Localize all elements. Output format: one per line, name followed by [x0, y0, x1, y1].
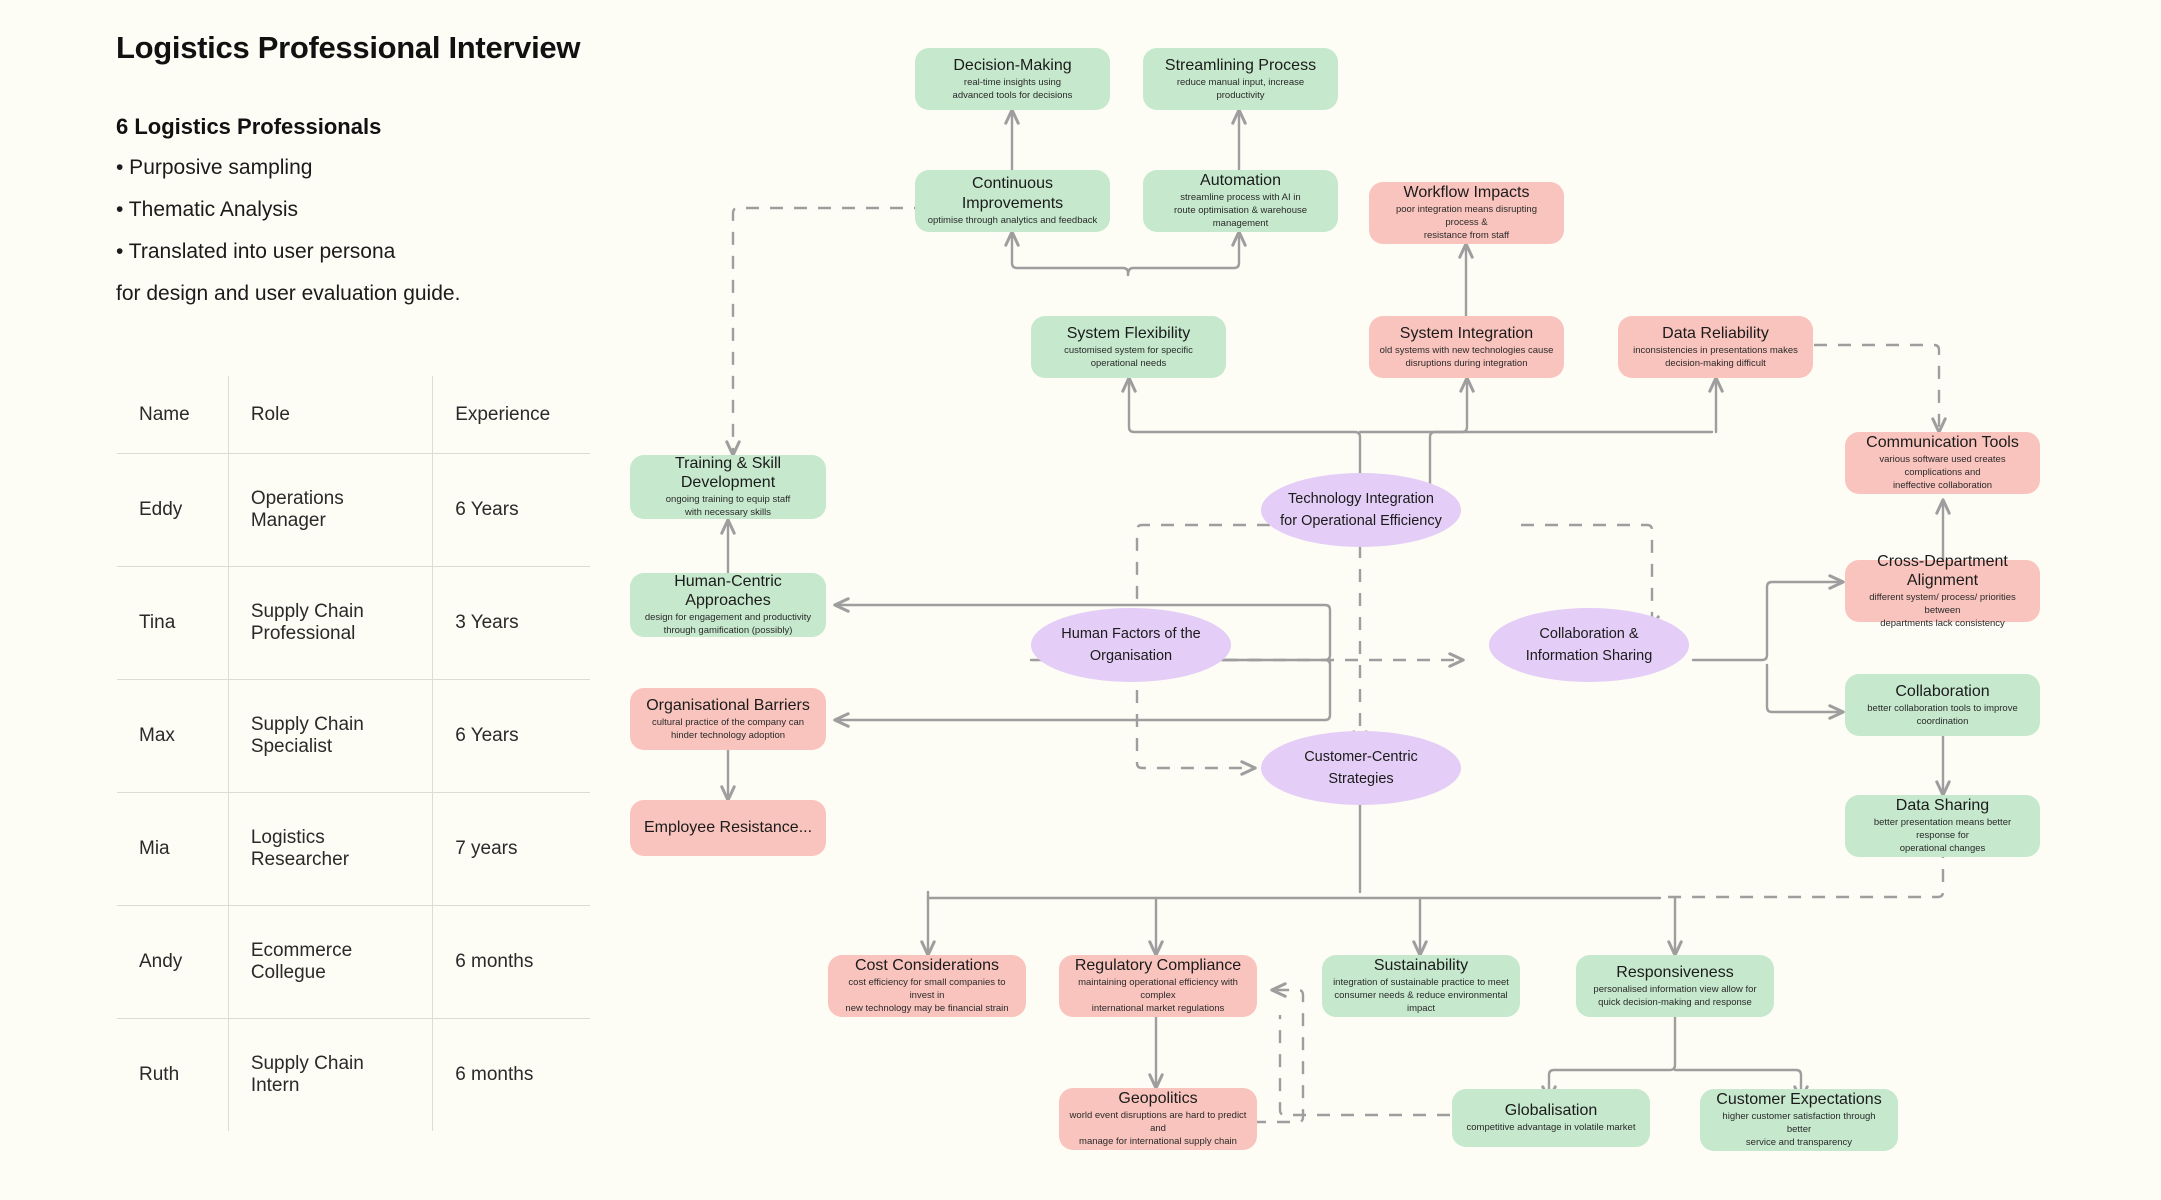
- node-title: Geopolitics: [1118, 1090, 1198, 1108]
- node-communication-tools[interactable]: Communication Tools various software used…: [1845, 432, 2040, 494]
- node-employee-resistance[interactable]: Employee Resistance...: [630, 800, 826, 856]
- node-human-factors[interactable]: Human Factors of the Organisation: [1031, 608, 1231, 682]
- node-description: competitive advantage in volatile market: [1466, 1122, 1636, 1134]
- node-description: personalised information view allow for q…: [1593, 983, 1757, 1008]
- node-title: Decision-Making: [953, 56, 1072, 74]
- node-organisational-barriers[interactable]: Organisational Barriers cultural practice…: [630, 688, 826, 750]
- node-system-flexibility[interactable]: System Flexibility customised system for …: [1031, 316, 1226, 378]
- node-automation[interactable]: Automation streamline process with AI in r…: [1143, 170, 1338, 232]
- node-technology-integration[interactable]: Technology Integration for Operational Ef…: [1261, 473, 1461, 547]
- node-title: System Integration: [1399, 324, 1534, 342]
- node-globalisation[interactable]: Globalisation competitive advantage in vo…: [1452, 1089, 1650, 1147]
- node-title: Cost Considerations: [854, 957, 1000, 975]
- node-title: Sustainability: [1373, 957, 1469, 975]
- node-description: higher customer satisfaction through bet…: [1722, 1111, 1876, 1148]
- node-title: Workflow Impacts: [1403, 184, 1530, 202]
- node-title: Globalisation: [1504, 1102, 1598, 1119]
- node-title: Data Reliability: [1662, 324, 1769, 342]
- node-training-skill-development[interactable]: Training & Skill Development ongoing trai…: [630, 455, 826, 519]
- node-data-reliability[interactable]: Data Reliability inconsistencies in prese…: [1618, 316, 1813, 378]
- node-description: better presentation means better respons…: [1873, 817, 2012, 854]
- node-description: cultural practice of the company can hind…: [651, 716, 805, 741]
- node-title: Continuous Improvements: [961, 175, 1064, 212]
- node-regulatory-compliance[interactable]: Regulatory Compliance maintaining operati…: [1059, 955, 1257, 1017]
- node-streamlining-process[interactable]: Streamlining Process reduce manual input,…: [1143, 48, 1338, 110]
- node-description: inconsistencies in presentations makes de…: [1633, 344, 1798, 369]
- thematic-map: Decision-Making real-time insights using a…: [0, 0, 2161, 1200]
- node-description: integration of sustainable practice to m…: [1333, 977, 1509, 1014]
- node-responsiveness[interactable]: Responsiveness personalised information v…: [1576, 955, 1774, 1017]
- node-customer-centric-strategies[interactable]: Customer-Centric Strategies: [1261, 731, 1461, 805]
- node-title: Technology Integration for Operational Ef…: [1280, 490, 1442, 529]
- node-description: maintaining operational efficiency with …: [1078, 977, 1238, 1014]
- node-description: various software used creates complicati…: [1879, 454, 2006, 491]
- node-title: Responsiveness: [1616, 963, 1734, 981]
- node-description: world event disruptions are hard to pred…: [1069, 1110, 1247, 1147]
- node-geopolitics[interactable]: Geopolitics world event disruptions are h…: [1059, 1088, 1257, 1150]
- node-cross-department-alignment[interactable]: Cross-Department Alignment different syst…: [1845, 553, 2040, 629]
- node-cost-considerations[interactable]: Cost Considerations cost efficiency for s…: [828, 955, 1026, 1017]
- node-description: streamline process with AI in route optim…: [1173, 192, 1308, 229]
- node-description: optimise through analytics and feedback: [927, 214, 1098, 226]
- node-description: poor integration means disrupting proces…: [1395, 204, 1537, 241]
- node-description: real-time insights using advanced tools f…: [952, 76, 1073, 101]
- node-collaboration-info-sharing[interactable]: Collaboration & Information Sharing: [1489, 608, 1689, 682]
- node-collaboration[interactable]: Collaboration better collaboration tools …: [1845, 674, 2040, 736]
- node-system-integration[interactable]: System Integration old systems with new t…: [1369, 316, 1564, 378]
- node-sustainability[interactable]: Sustainability integration of sustainable…: [1322, 955, 1520, 1017]
- node-title: Human-Centric Approaches: [674, 573, 782, 610]
- node-description: different system/ process/ priorities be…: [1869, 591, 2016, 629]
- node-description: old systems with new technologies cause d…: [1379, 344, 1554, 369]
- node-title: Training & Skill Development: [674, 455, 782, 492]
- diagram-canvas: Logistics Professional Interview 6 Logis…: [0, 0, 2161, 1200]
- node-title: Cross-Department Alignment: [1877, 552, 2008, 589]
- node-customer-expectations[interactable]: Customer Expectations higher customer sat…: [1700, 1089, 1898, 1151]
- node-human-centric-approaches[interactable]: Human-Centric Approaches design for engag…: [630, 573, 826, 637]
- node-title: Streamlining Process: [1164, 56, 1317, 74]
- node-title: Data Sharing: [1895, 797, 1990, 815]
- node-description: customised system for specific operation…: [1064, 344, 1193, 369]
- node-description: cost efficiency for small companies to i…: [845, 977, 1009, 1014]
- node-title: System Flexibility: [1066, 324, 1191, 342]
- node-description: design for engagement and productivity th…: [644, 612, 812, 637]
- node-workflow-impacts[interactable]: Workflow Impacts poor integration means d…: [1369, 182, 1564, 244]
- node-continuous-improvements[interactable]: Continuous Improvements optimise through …: [915, 170, 1110, 232]
- node-title: Customer Expectations: [1716, 1091, 1882, 1109]
- node-title: Communication Tools: [1866, 434, 2019, 452]
- node-description: better collaboration tools to improve co…: [1867, 702, 2018, 727]
- node-title: Regulatory Compliance: [1074, 957, 1242, 975]
- node-title: Employee Resistance...: [643, 819, 813, 837]
- node-title: Human Factors of the Organisation: [1061, 625, 1201, 664]
- node-title: Collaboration: [1895, 682, 1990, 700]
- node-title: Organisational Barriers: [646, 696, 810, 714]
- node-decision-making[interactable]: Decision-Making real-time insights using a…: [915, 48, 1110, 110]
- node-title: Automation: [1200, 172, 1281, 190]
- node-description: ongoing training to equip staff with nece…: [665, 494, 791, 519]
- node-title: Collaboration & Information Sharing: [1525, 625, 1653, 664]
- node-title: Customer-Centric Strategies: [1304, 748, 1418, 787]
- node-data-sharing[interactable]: Data Sharing better presentation means be…: [1845, 795, 2040, 857]
- node-description: reduce manual input, increase productivi…: [1176, 76, 1305, 101]
